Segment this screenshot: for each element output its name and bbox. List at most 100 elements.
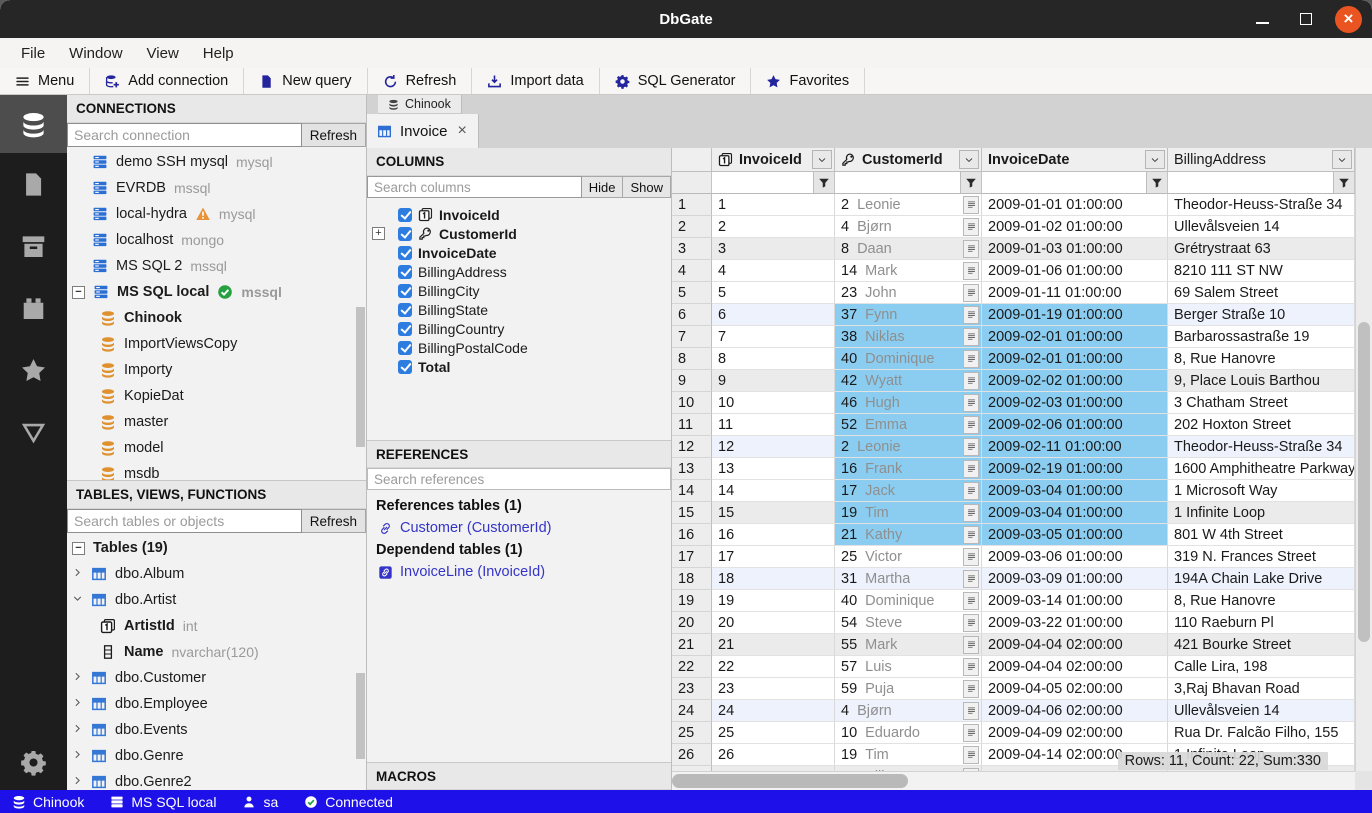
- filter-funnel-button[interactable]: [813, 172, 834, 193]
- column-checkbox[interactable]: [398, 284, 412, 298]
- table-item-dbo-genre2[interactable]: dbo.Genre2: [67, 769, 366, 790]
- cell-invoiceid[interactable]: 5: [712, 282, 835, 304]
- cell-billingaddress[interactable]: 202 Hoxton Street: [1168, 414, 1355, 436]
- cell-invoiceid[interactable]: 19: [712, 590, 835, 612]
- cell-invoicedate[interactable]: 2009-03-04 01:00:00: [982, 480, 1168, 502]
- connection-item-ms-sql-local[interactable]: −MS SQL localmssql: [67, 279, 366, 305]
- cell-invoiceid[interactable]: 22: [712, 656, 835, 678]
- column-toggle-billingcountry[interactable]: BillingCountry: [367, 319, 671, 338]
- cell-customerid[interactable]: 2Leonie: [835, 194, 982, 216]
- columns-search-input[interactable]: [367, 176, 582, 198]
- database-item-master[interactable]: master: [67, 409, 366, 435]
- fk-lookup-button[interactable]: [963, 350, 979, 368]
- cell-invoiceid[interactable]: 18: [712, 568, 835, 590]
- cell-invoiceid[interactable]: 24: [712, 700, 835, 722]
- cell-invoicedate[interactable]: 2009-01-19 01:00:00: [982, 304, 1168, 326]
- row-number[interactable]: 22: [672, 656, 712, 678]
- column-checkbox[interactable]: [398, 360, 412, 374]
- filter-funnel-button[interactable]: [1333, 172, 1354, 193]
- cell-customerid[interactable]: 54Steve: [835, 612, 982, 634]
- row-number[interactable]: 20: [672, 612, 712, 634]
- menu-file[interactable]: File: [10, 42, 56, 65]
- minimize-button[interactable]: [1247, 4, 1277, 34]
- connections-refresh-button[interactable]: Refresh: [302, 123, 366, 147]
- cell-invoiceid[interactable]: 12: [712, 436, 835, 458]
- menu-window[interactable]: Window: [58, 42, 133, 65]
- cell-billingaddress[interactable]: 9, Place Louis Barthou: [1168, 370, 1355, 392]
- fk-lookup-button[interactable]: [963, 702, 979, 720]
- cell-billingaddress[interactable]: 319 N. Frances Street: [1168, 546, 1355, 568]
- cell-billingaddress[interactable]: 194A Chain Lake Drive: [1168, 568, 1355, 590]
- filter-input-invoiceid[interactable]: [712, 172, 813, 193]
- database-item-importviewscopy[interactable]: ImportViewsCopy: [67, 331, 366, 357]
- cell-customerid[interactable]: 46Hugh: [835, 392, 982, 414]
- grid-corner-cell[interactable]: [672, 148, 712, 172]
- cell-invoicedate[interactable]: 2009-01-01 01:00:00: [982, 194, 1168, 216]
- filter-funnel-button[interactable]: [1146, 172, 1167, 193]
- table-item-dbo-employee[interactable]: dbo.Employee: [67, 691, 366, 717]
- cell-billingaddress[interactable]: 3 Chatham Street: [1168, 392, 1355, 414]
- cell-invoicedate[interactable]: 2009-01-03 01:00:00: [982, 238, 1168, 260]
- connection-item-demo-ssh-mysql[interactable]: demo SSH mysqlmysql: [67, 149, 366, 175]
- column-checkbox[interactable]: [398, 246, 412, 260]
- cell-customerid[interactable]: 25Victor: [835, 546, 982, 568]
- column-checkbox[interactable]: [398, 303, 412, 317]
- rail-settings-button[interactable]: [0, 734, 67, 790]
- column-menu-button[interactable]: [959, 150, 979, 169]
- cell-customerid[interactable]: 40Dominique: [835, 590, 982, 612]
- cell-customerid[interactable]: 16Frank: [835, 458, 982, 480]
- fk-lookup-button[interactable]: [963, 372, 979, 390]
- column-toggle-total[interactable]: Total: [367, 357, 671, 376]
- database-item-msdb[interactable]: msdb: [67, 461, 366, 480]
- row-number[interactable]: 8: [672, 348, 712, 370]
- cell-invoiceid[interactable]: 4: [712, 260, 835, 282]
- filter-funnel-button[interactable]: [960, 172, 981, 193]
- tab-group-chinook[interactable]: Chinook: [378, 95, 462, 114]
- toolbar-sql-generator-button[interactable]: SQL Generator: [600, 68, 752, 94]
- cell-invoiceid[interactable]: 25: [712, 722, 835, 744]
- table-item-dbo-events[interactable]: dbo.Events: [67, 717, 366, 743]
- row-number[interactable]: 11: [672, 414, 712, 436]
- fk-lookup-button[interactable]: [963, 262, 979, 280]
- cell-customerid[interactable]: 19Tim: [835, 744, 982, 766]
- horizontal-scrollbar-thumb[interactable]: [672, 774, 908, 788]
- fk-lookup-button[interactable]: [963, 570, 979, 588]
- cell-invoicedate[interactable]: 2009-03-14 01:00:00: [982, 590, 1168, 612]
- row-number[interactable]: 5: [672, 282, 712, 304]
- menu-view[interactable]: View: [136, 42, 190, 65]
- cell-customerid[interactable]: 42Wyatt: [835, 370, 982, 392]
- database-item-kopiedat[interactable]: KopieDat: [67, 383, 366, 409]
- cell-customerid[interactable]: 2Leonie: [835, 436, 982, 458]
- column-checkbox[interactable]: [398, 265, 412, 279]
- cell-customerid[interactable]: 8Daan: [835, 238, 982, 260]
- cell-billingaddress[interactable]: 8210 111 ST NW: [1168, 260, 1355, 282]
- cell-billingaddress[interactable]: Barbarossastraße 19: [1168, 326, 1355, 348]
- rail-history-button[interactable]: [0, 277, 67, 339]
- fk-lookup-button[interactable]: [963, 196, 979, 214]
- chevron-right-icon[interactable]: [72, 748, 83, 764]
- fk-lookup-button[interactable]: [963, 680, 979, 698]
- row-number[interactable]: 6: [672, 304, 712, 326]
- cell-billingaddress[interactable]: 110 Raeburn Pl: [1168, 612, 1355, 634]
- horizontal-scrollbar[interactable]: [672, 771, 1355, 790]
- row-number[interactable]: 3: [672, 238, 712, 260]
- row-number[interactable]: 16: [672, 524, 712, 546]
- cell-billingaddress[interactable]: 421 Bourke Street: [1168, 634, 1355, 656]
- cell-billingaddress[interactable]: Calle Lira, 198: [1168, 656, 1355, 678]
- collapse-expander[interactable]: −: [72, 286, 85, 299]
- cell-invoiceid[interactable]: 13: [712, 458, 835, 480]
- cell-customerid[interactable]: 31Martha: [835, 568, 982, 590]
- cell-billingaddress[interactable]: 1 Infinite Loop: [1168, 502, 1355, 524]
- close-button[interactable]: ×: [1335, 6, 1362, 33]
- tables-root[interactable]: −Tables (19): [67, 535, 366, 561]
- cell-invoiceid[interactable]: 26: [712, 744, 835, 766]
- connections-scrollbar-thumb[interactable]: [356, 307, 365, 447]
- row-number[interactable]: 18: [672, 568, 712, 590]
- cell-invoiceid[interactable]: 14: [712, 480, 835, 502]
- rail-favorites-button[interactable]: [0, 339, 67, 401]
- cell-billingaddress[interactable]: Rua Dr. Falcão Filho, 155: [1168, 722, 1355, 744]
- cell-invoicedate[interactable]: 2009-02-03 01:00:00: [982, 392, 1168, 414]
- cell-billingaddress[interactable]: Berger Straße 10: [1168, 304, 1355, 326]
- row-number[interactable]: 12: [672, 436, 712, 458]
- cell-billingaddress[interactable]: 69 Salem Street: [1168, 282, 1355, 304]
